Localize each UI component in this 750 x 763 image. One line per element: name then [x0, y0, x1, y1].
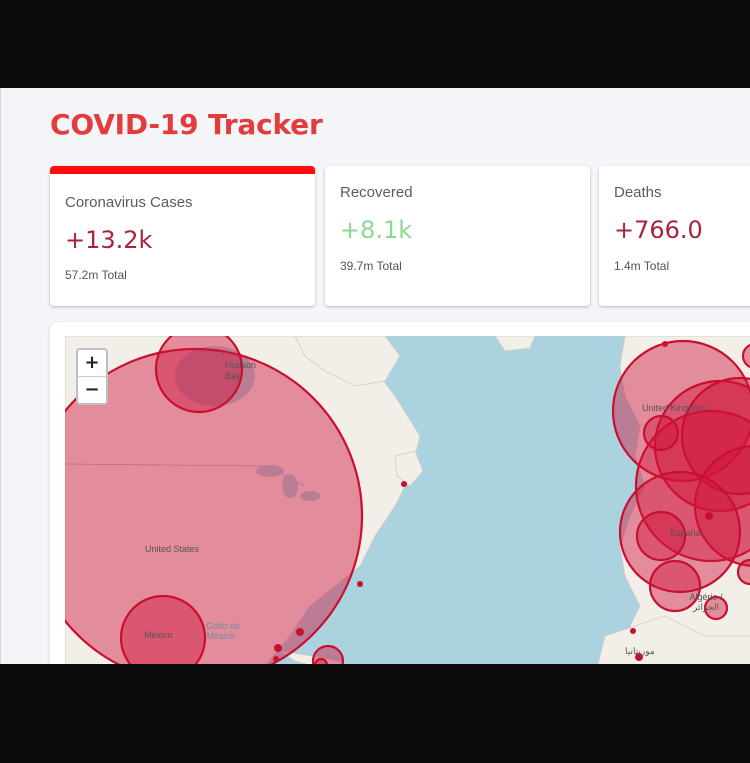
label-mexico: México [144, 630, 173, 640]
iceland-land [494, 336, 536, 352]
cases-label: Coronavirus Cases [65, 194, 193, 211]
label-united-kingdom: United Kingdom [642, 403, 707, 413]
deaths-change: +766.0 [614, 216, 703, 244]
label-algerie: Algérie / الجزائر [689, 592, 723, 612]
label-united-states: United States [145, 544, 200, 554]
deaths-total: 1.4m Total [614, 259, 670, 273]
label-hudson-bay: Hudson Bay [225, 360, 257, 381]
label-gulf-of-mexico: Golfo de México [206, 621, 241, 641]
recovered-label: Recovered [340, 184, 413, 201]
page-title: COVID-19 Tracker [50, 108, 323, 141]
label-mauritania: موريتانيا [625, 646, 655, 656]
active-card-accent-bar [50, 166, 315, 174]
recovered-total: 39.7m Total [340, 259, 402, 273]
world-map[interactable]: Hudson Bay United States México Golfo de… [65, 336, 750, 664]
zoom-in-button[interactable]: + [78, 350, 106, 376]
stat-card-recovered[interactable]: Recovered +8.1k 39.7m Total [325, 166, 590, 306]
label-espana: España [670, 528, 701, 538]
app-page: COVID-19 Tracker Coronavirus Cases +13.2… [0, 88, 750, 664]
cases-total: 57.2m Total [65, 268, 127, 282]
stat-card-cases[interactable]: Coronavirus Cases +13.2k 57.2m Total [50, 166, 315, 306]
circle-caribbean-2 [313, 657, 329, 664]
recovered-change: +8.1k [340, 216, 413, 244]
circle-ireland [642, 414, 680, 452]
zoom-out-button[interactable]: − [78, 376, 106, 403]
stat-card-deaths[interactable]: Deaths +766.0 1.4m Total [599, 166, 750, 306]
cases-change: +13.2k [65, 226, 153, 254]
zoom-control: + − [76, 348, 108, 405]
map-svg [65, 336, 750, 664]
deaths-label: Deaths [614, 184, 662, 201]
